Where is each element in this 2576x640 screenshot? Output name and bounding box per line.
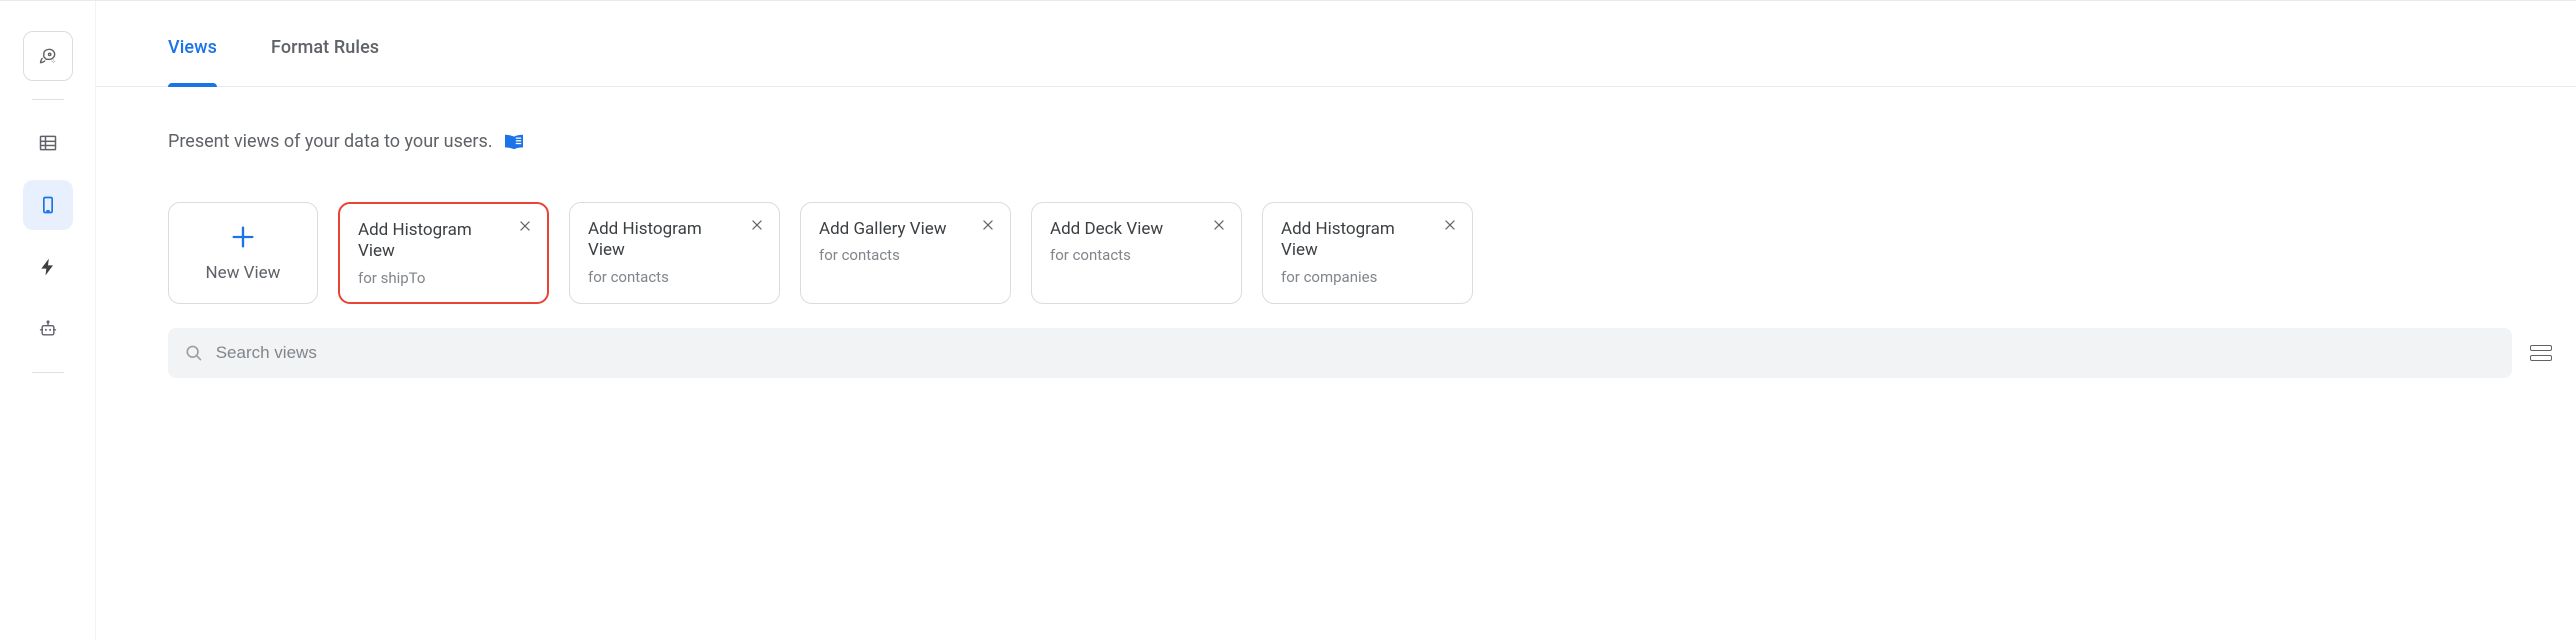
search-input[interactable] (216, 343, 2496, 363)
nav-views[interactable] (23, 180, 73, 230)
suggestion-title: Add Histogram View (1281, 219, 1432, 262)
suggestion-card[interactable]: Add Gallery View for contacts (800, 202, 1011, 304)
search-box[interactable] (168, 328, 2512, 378)
tab-views[interactable]: Views (168, 37, 217, 86)
suggestion-card[interactable]: Add Histogram View for contacts (569, 202, 780, 304)
suggestion-card[interactable]: Add Histogram View for shipTo (338, 202, 549, 304)
suggestion-card[interactable]: Add Histogram View for companies (1262, 202, 1473, 304)
close-icon (1212, 218, 1226, 232)
new-view-label: New View (206, 263, 281, 283)
help-docs-link[interactable] (503, 133, 525, 151)
table-icon (38, 133, 58, 153)
close-icon (1443, 218, 1457, 232)
dismiss-suggestion-button[interactable] (745, 213, 769, 237)
dismiss-suggestion-button[interactable] (1438, 213, 1462, 237)
new-view-card[interactable]: New View (168, 202, 318, 304)
nav-deploy[interactable] (23, 31, 73, 81)
rocket-icon (38, 46, 58, 66)
nav-actions[interactable] (23, 242, 73, 292)
plus-icon (229, 223, 257, 257)
rail-divider (32, 99, 64, 100)
suggestion-subtitle: for contacts (819, 246, 970, 264)
tabbar: Views Format Rules (96, 1, 2576, 87)
search-icon (184, 343, 204, 363)
dismiss-suggestion-button[interactable] (1207, 213, 1231, 237)
view-suggestions-row: New View Add Histogram View for shipTo A… (96, 152, 2576, 304)
suggestion-subtitle: for companies (1281, 268, 1432, 286)
suggestion-title: Add Histogram View (358, 220, 507, 263)
suggestion-title: Add Gallery View (819, 219, 970, 240)
description-text: Present views of your data to your users… (168, 131, 493, 152)
left-nav-rail (0, 1, 96, 640)
robot-icon (38, 319, 58, 339)
layout-toggle-row-icon (2530, 345, 2552, 351)
layout-toggle-row-icon (2530, 355, 2552, 361)
bolt-icon (38, 257, 58, 277)
tab-format-rules[interactable]: Format Rules (271, 37, 379, 86)
nav-data[interactable] (23, 118, 73, 168)
layout-toggle-button[interactable] (2530, 345, 2552, 361)
nav-bots[interactable] (23, 304, 73, 354)
phone-icon (38, 195, 58, 215)
dismiss-suggestion-button[interactable] (976, 213, 1000, 237)
suggestion-title: Add Deck View (1050, 219, 1201, 240)
close-icon (518, 219, 532, 233)
suggestion-card[interactable]: Add Deck View for contacts (1031, 202, 1242, 304)
close-icon (750, 218, 764, 232)
suggestion-title: Add Histogram View (588, 219, 739, 262)
suggestion-subtitle: for contacts (588, 268, 739, 286)
section-description: Present views of your data to your users… (96, 87, 2576, 152)
main-panel: Views Format Rules Present views of your… (96, 1, 2576, 640)
dismiss-suggestion-button[interactable] (513, 214, 537, 238)
suggestion-subtitle: for contacts (1050, 246, 1201, 264)
close-icon (981, 218, 995, 232)
book-icon (503, 133, 525, 151)
suggestion-subtitle: for shipTo (358, 269, 507, 287)
search-row (168, 328, 2558, 378)
rail-divider (32, 372, 64, 373)
